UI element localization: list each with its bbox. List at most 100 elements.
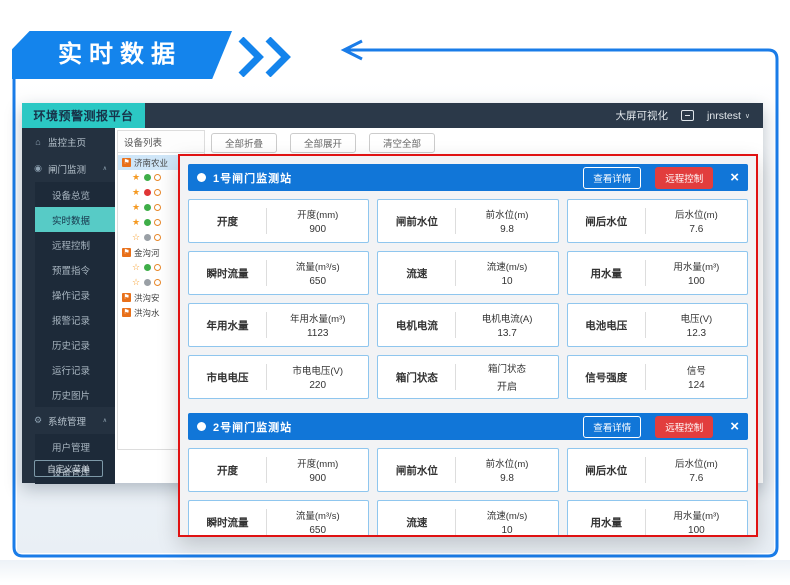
sidebar-subitem[interactable]: 历史记录 <box>35 332 115 357</box>
metric-right: 用水量(m³)100 <box>646 501 747 537</box>
metric-card: 用水量用水量(m³)100 <box>567 500 748 537</box>
toolbar-button[interactable]: 全部折叠 <box>211 133 277 153</box>
metric-right: 电压(V)12.3 <box>646 304 747 346</box>
metric-label: 闸前水位 <box>378 449 455 491</box>
custom-menu-button[interactable]: 自定义菜单 <box>34 460 103 477</box>
status-dot-icon <box>144 279 151 286</box>
metric-label: 市电电压 <box>189 356 266 398</box>
sidebar-item-label: 监控主页 <box>48 135 86 149</box>
sidebar-item[interactable]: ⚙系统管理∧ <box>22 407 115 434</box>
sidebar-subitem[interactable]: 预置指令 <box>35 257 115 282</box>
status-dot-icon <box>144 219 151 226</box>
sidebar-subitem[interactable]: 运行记录 <box>35 357 115 382</box>
metric-value: 12.3 <box>687 328 706 339</box>
metric-card: 开度开度(mm)900 <box>188 199 369 243</box>
sidebar-item[interactable]: ◉闸门监测∧ <box>22 155 115 182</box>
sidebar-subitem[interactable]: 远程控制 <box>35 232 115 257</box>
status-dot-icon <box>197 173 206 182</box>
device-list-tab[interactable]: 设备列表 <box>118 131 204 153</box>
metric-value: 9.8 <box>500 224 514 235</box>
user-menu[interactable]: jnrstest ∨ <box>707 110 750 122</box>
metric-right: 后水位(m)7.6 <box>646 449 747 491</box>
metric-sublabel: 年用水量(m³) <box>290 311 345 325</box>
toolbar-button[interactable]: 全部展开 <box>290 133 356 153</box>
station-header: 2号闸门监测站 查看详情远程控制 × <box>188 413 748 440</box>
station-title: 1号闸门监测站 <box>213 170 292 186</box>
device-icon <box>154 204 161 211</box>
sidebar-subitem[interactable]: 用户管理 <box>35 434 115 459</box>
metric-label: 年用水量 <box>189 304 266 346</box>
chevron-down-icon: ∨ <box>745 112 750 120</box>
app-logo: 环境预警测报平台 <box>22 103 145 128</box>
chevron-up-icon: ∧ <box>103 165 107 172</box>
metric-label: 开度 <box>189 449 266 491</box>
station-cards: 开度开度(mm)900闸前水位前水位(m)9.8闸后水位后水位(m)7.6瞬时流… <box>188 448 748 537</box>
metric-card: 信号强度信号124 <box>567 355 748 399</box>
metric-value: 650 <box>309 276 326 287</box>
tree-group-label: 洪沟安 <box>134 292 160 304</box>
metric-value: 650 <box>309 525 326 536</box>
metric-right: 年用水量(m³)1123 <box>267 304 368 346</box>
metric-label: 瞬时流量 <box>189 501 266 537</box>
sidebar-item[interactable]: ⌂监控主页 <box>22 128 115 155</box>
metric-card: 流速流速(m/s)10 <box>377 251 558 295</box>
device-icon <box>154 279 161 286</box>
status-dot-icon <box>144 189 151 196</box>
metric-right: 后水位(m)7.6 <box>646 200 747 242</box>
metric-value: 900 <box>309 473 326 484</box>
stations-overlay: 1号闸门监测站查看详情远程控制×开度开度(mm)900闸前水位前水位(m)9.8… <box>178 154 758 537</box>
metric-sublabel: 流量(m³/s) <box>296 508 340 522</box>
metric-label: 瞬时流量 <box>189 252 266 294</box>
metric-card: 流速流速(m/s)10 <box>377 500 558 537</box>
metric-label: 流速 <box>378 252 455 294</box>
message-icon[interactable] <box>681 110 694 121</box>
flag-icon: ⚑ <box>122 248 131 257</box>
metric-sublabel: 后水位(m) <box>675 207 718 221</box>
sidebar-subitem[interactable]: 设备总览 <box>35 182 115 207</box>
status-dot-icon <box>144 234 151 241</box>
status-dot-icon <box>144 264 151 271</box>
sidebar-subitem[interactable]: 历史图片 <box>35 382 115 407</box>
toolbar-button[interactable]: 清空全部 <box>369 133 435 153</box>
device-icon <box>154 189 161 196</box>
metric-value: 100 <box>688 276 705 287</box>
gate-icon: ◉ <box>33 163 43 174</box>
star-icon: ☆ <box>131 232 141 243</box>
metric-card: 箱门状态箱门状态开启 <box>377 355 558 399</box>
metric-label: 信号强度 <box>568 356 645 398</box>
metric-value: 开启 <box>497 378 517 393</box>
remote-control-button[interactable]: 远程控制 <box>655 167 713 189</box>
tree-group-label: 济南农业 <box>134 157 168 169</box>
close-icon[interactable]: × <box>730 419 739 434</box>
sidebar: ⌂监控主页◉闸门监测∧设备总览实时数据远程控制预置指令操作记录报警记录历史记录运… <box>22 128 115 483</box>
device-icon <box>154 234 161 241</box>
metric-card: 闸前水位前水位(m)9.8 <box>377 199 558 243</box>
star-icon: ★ <box>131 187 141 198</box>
metric-value: 9.8 <box>500 473 514 484</box>
metric-label: 流速 <box>378 501 455 537</box>
remote-control-button[interactable]: 远程控制 <box>655 416 713 438</box>
sidebar-submenu: 设备总览实时数据远程控制预置指令操作记录报警记录历史记录运行记录历史图片 <box>35 182 115 407</box>
page-title: 实时数据 <box>12 31 232 79</box>
sidebar-subitem[interactable]: 操作记录 <box>35 282 115 307</box>
metric-label: 闸前水位 <box>378 200 455 242</box>
metric-card: 电机电流电机电流(A)13.7 <box>377 303 558 347</box>
station-panel: 2号闸门监测站查看详情远程控制×开度开度(mm)900闸前水位前水位(m)9.8… <box>188 413 748 537</box>
station-title: 2号闸门监测站 <box>213 419 292 435</box>
metric-label: 用水量 <box>568 252 645 294</box>
station-panel: 1号闸门监测站 查看详情远程控制 × 开度开度(mm)900闸前水位前水位(m)9.8… <box>188 164 748 399</box>
device-icon <box>154 219 161 226</box>
metric-sublabel: 市电电压(V) <box>292 363 343 377</box>
view-details-button[interactable]: 查看详情 <box>583 416 641 438</box>
close-icon[interactable]: × <box>730 170 739 185</box>
sidebar-subitem[interactable]: 报警记录 <box>35 307 115 332</box>
metric-right: 信号124 <box>646 356 747 398</box>
sidebar-subitem[interactable]: 实时数据 <box>35 207 115 232</box>
metric-card: 市电电压市电电压(V)220 <box>188 355 369 399</box>
metric-label: 电池电压 <box>568 304 645 346</box>
flag-icon: ⚑ <box>122 158 131 167</box>
metric-right: 流量(m³/s) 650 <box>267 501 368 537</box>
view-details-button[interactable]: 查看详情 <box>583 167 641 189</box>
big-screen-link[interactable]: 大屏可视化 <box>616 108 669 123</box>
metric-right: 流速(m/s)10 <box>456 252 557 294</box>
